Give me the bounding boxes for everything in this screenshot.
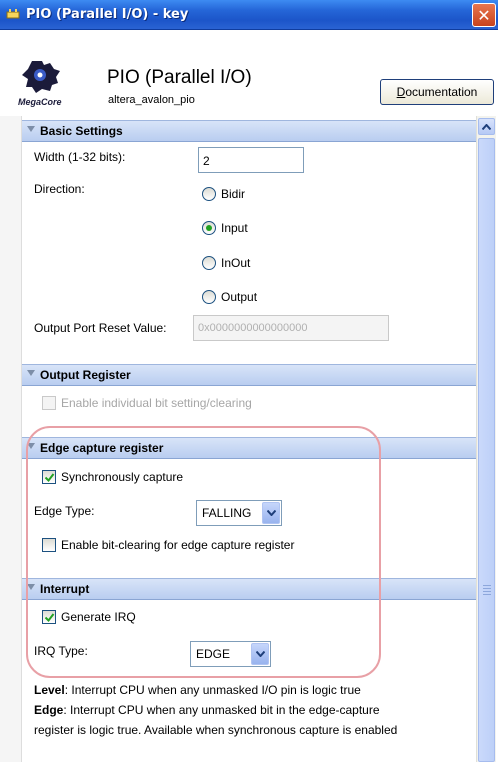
checkbox-box xyxy=(42,396,56,410)
edge-type-select[interactable]: FALLING xyxy=(196,500,282,526)
checkbox-label: Generate IRQ xyxy=(61,610,136,624)
radio-output[interactable]: Output xyxy=(202,290,257,304)
checkbox-label: Synchronously capture xyxy=(61,470,184,484)
chevron-up-icon xyxy=(482,123,491,130)
collapse-triangle-icon xyxy=(27,443,35,449)
edge-text: : Interrupt CPU when any unmasked bit in… xyxy=(63,703,380,717)
collapse-triangle-icon xyxy=(27,584,35,590)
scroll-thumb[interactable] xyxy=(478,138,495,762)
window-title: PIO (Parallel I/O) - key xyxy=(26,7,189,22)
section-title: Interrupt xyxy=(40,582,90,596)
irq-type-label: IRQ Type: xyxy=(34,644,88,658)
edge-description: Edge: Interrupt CPU when any unmasked bi… xyxy=(34,700,474,720)
edge-description-cont: register is logic true. Available when s… xyxy=(34,723,398,737)
interrupt-description: Level: Interrupt CPU when any unmasked I… xyxy=(34,680,474,740)
radio-label: Output xyxy=(221,290,258,304)
component-title: PIO (Parallel I/O) xyxy=(107,67,252,88)
checkmark-icon xyxy=(44,472,54,482)
section-edge-capture[interactable]: Edge capture register xyxy=(22,437,476,459)
parameter-panel: Basic Settings Width (1-32 bits): 2 Dire… xyxy=(22,116,476,762)
documentation-button[interactable]: Documentation xyxy=(380,79,494,105)
reset-value-label: Output Port Reset Value: xyxy=(34,321,167,335)
left-margin xyxy=(0,116,22,762)
megacore-logo: MegaCore xyxy=(18,59,66,109)
collapse-triangle-icon xyxy=(27,126,35,132)
checkbox-box xyxy=(42,470,56,484)
checkmark-icon xyxy=(44,612,54,622)
section-title: Edge capture register xyxy=(40,441,164,455)
irq-type-select[interactable]: EDGE xyxy=(190,641,271,667)
edge-type-label: Edge Type: xyxy=(34,504,95,518)
radio-input[interactable]: Input xyxy=(202,221,248,235)
radio-label: InOut xyxy=(221,256,251,270)
collapse-triangle-icon xyxy=(27,370,35,376)
direction-label: Direction: xyxy=(34,182,85,196)
close-icon: ✕ xyxy=(477,5,491,25)
width-field[interactable]: 2 xyxy=(198,147,304,173)
section-basic-settings[interactable]: Basic Settings xyxy=(22,120,476,142)
level-description: Level: Interrupt CPU when any unmasked I… xyxy=(34,680,474,700)
level-text: : Interrupt CPU when any unmasked I/O pi… xyxy=(64,683,361,697)
checkbox-box xyxy=(42,610,56,624)
select-value: FALLING xyxy=(202,506,252,520)
section-title: Output Register xyxy=(40,368,131,382)
radio-circle xyxy=(202,256,216,270)
section-title: Basic Settings xyxy=(40,124,123,138)
radio-inout[interactable]: InOut xyxy=(202,256,250,270)
generate-irq-checkbox[interactable]: Generate IRQ xyxy=(42,610,136,624)
radio-label: Input xyxy=(221,221,248,235)
edge-term: Edge xyxy=(34,703,64,717)
component-header: MegaCore PIO (Parallel I/O) altera_avalo… xyxy=(0,31,498,115)
radio-label: Bidir xyxy=(221,187,246,201)
chevron-down-icon[interactable] xyxy=(251,643,269,665)
component-name: altera_avalon_pio xyxy=(108,94,195,106)
reset-value-field[interactable]: 0x0000000000000000 xyxy=(193,315,389,341)
radio-circle xyxy=(202,290,216,304)
checkbox-box xyxy=(42,538,56,552)
vertical-scrollbar[interactable] xyxy=(476,116,496,762)
documentation-label: ocumentation xyxy=(405,85,478,99)
bit-clearing-checkbox[interactable]: Enable bit-clearing for edge capture reg… xyxy=(42,538,294,552)
chevron-down-icon[interactable] xyxy=(262,502,280,524)
sync-capture-checkbox[interactable]: Synchronously capture xyxy=(42,470,183,484)
scroll-up-button[interactable] xyxy=(478,118,495,135)
app-icon xyxy=(6,8,20,22)
select-value: EDGE xyxy=(196,647,231,661)
documentation-accel: D xyxy=(396,85,406,99)
scroll-grip-icon xyxy=(483,585,491,595)
window-titlebar: PIO (Parallel I/O) - key ✕ xyxy=(0,0,498,30)
megacore-logo-text: MegaCore xyxy=(18,97,62,107)
level-term: Level xyxy=(34,683,65,697)
width-label: Width (1-32 bits): xyxy=(34,150,126,164)
checkbox-label: Enable bit-clearing for edge capture reg… xyxy=(61,538,295,552)
radio-bidir[interactable]: Bidir xyxy=(202,187,245,201)
radio-circle xyxy=(202,221,216,235)
radio-circle xyxy=(202,187,216,201)
close-button[interactable]: ✕ xyxy=(472,3,496,27)
section-interrupt[interactable]: Interrupt xyxy=(22,578,476,600)
section-output-register[interactable]: Output Register xyxy=(22,364,476,386)
enable-bit-set-clear-checkbox[interactable]: Enable individual bit setting/clearing xyxy=(42,396,252,410)
checkbox-label: Enable individual bit setting/clearing xyxy=(61,396,252,410)
radio-selected-dot xyxy=(206,225,212,231)
